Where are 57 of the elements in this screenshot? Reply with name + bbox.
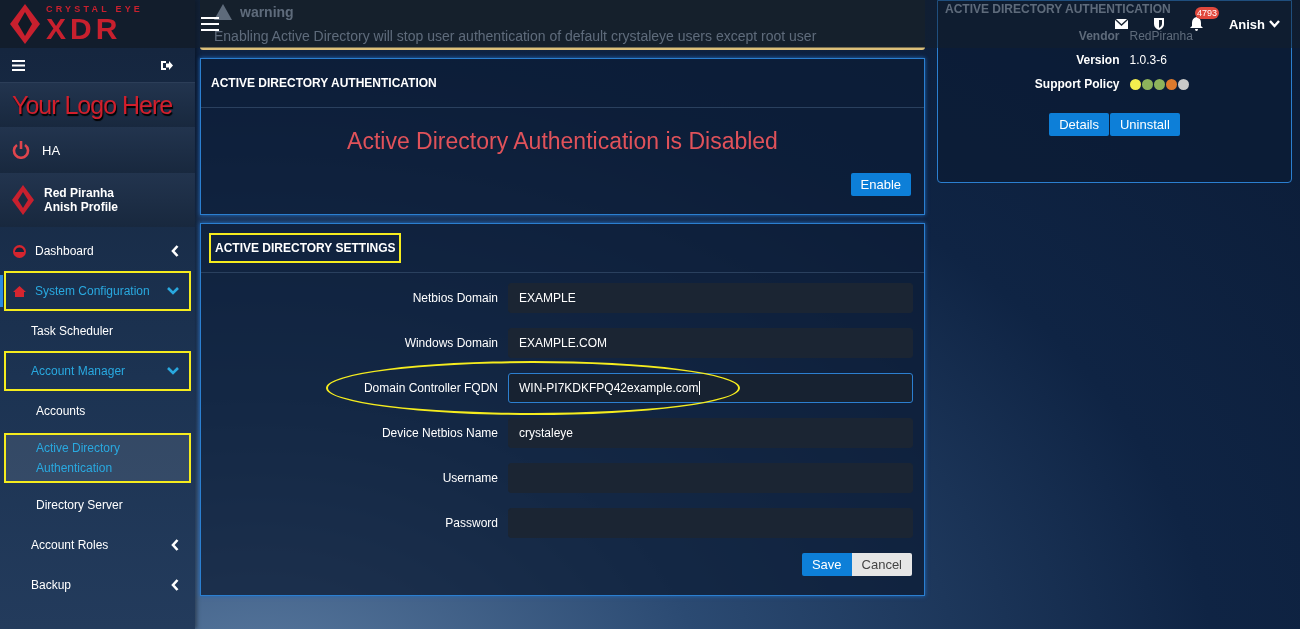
logo-icon	[10, 4, 40, 44]
gauge-icon	[12, 244, 26, 258]
field-label: Username	[441, 471, 498, 485]
vendor-value: RedPiranha	[1129, 29, 1194, 43]
logo-placeholder-text: Your Logo Here	[12, 90, 173, 120]
user-menu[interactable]: Anish	[1228, 16, 1280, 32]
field-label: Netbios Domain	[411, 291, 498, 305]
profile-subtitle: Anish Profile	[44, 200, 118, 214]
nav-item[interactable]: Account Manager	[4, 351, 191, 391]
chevron-down-icon	[167, 287, 179, 295]
bell-icon[interactable]	[1189, 17, 1203, 31]
menu-button[interactable]	[12, 59, 25, 71]
warning-icon	[214, 3, 232, 20]
field-label: Password	[444, 516, 498, 530]
power-icon[interactable]	[12, 141, 30, 159]
cancel-button[interactable]: Cancel	[851, 553, 912, 576]
shield-icon[interactable]	[1153, 18, 1164, 30]
house-icon	[12, 285, 26, 297]
brand-icon	[12, 185, 34, 215]
warning-title: warning	[240, 3, 294, 20]
vendor-label: Vendor	[1077, 29, 1120, 43]
nav-item[interactable]: Account Roles	[4, 525, 191, 565]
field-label: Domain Controller FQDN	[362, 381, 498, 395]
uninstall-button[interactable]: Uninstall	[1109, 113, 1180, 136]
chevron-left-icon	[171, 245, 179, 257]
chevron-down-icon	[167, 367, 179, 375]
card-title: ACTIVE DIRECTORY AUTHENTICATION	[945, 3, 1171, 15]
nav-item[interactable]: Task Scheduler	[4, 311, 191, 351]
chevron-left-icon	[171, 579, 179, 591]
input-field[interactable]: WIN-PI7KDKFPQ42example.com	[508, 373, 913, 403]
brand-name: XDR	[46, 13, 122, 44]
details-button[interactable]: Details	[1049, 113, 1109, 136]
input-field[interactable]: crystaleye	[508, 418, 913, 448]
logout-button[interactable]	[161, 59, 173, 71]
save-button[interactable]: Save	[801, 553, 852, 576]
nav-item[interactable]: Backup	[4, 565, 191, 605]
warning-message: Enabling Active Directory will stop user authentication of default crystaleye users except root user	[214, 27, 818, 44]
support-policy-label: Support Policy	[1033, 77, 1120, 91]
brand-tagline: CRYSTAL EYE	[46, 4, 144, 14]
input-field[interactable]: EXAMPLE	[508, 283, 913, 313]
version-value: 1.0.3-6	[1129, 53, 1168, 67]
chevron-left-icon	[171, 539, 179, 551]
panel-title: ACTIVE DIRECTORY SETTINGS	[211, 235, 400, 261]
profile-name: Red Piranha	[44, 186, 116, 200]
version-label: Version	[1075, 53, 1120, 67]
mail-icon[interactable]	[1114, 19, 1128, 29]
nav-item[interactable]: Dashboard	[4, 231, 191, 271]
nav-item[interactable]: Accounts	[4, 391, 191, 431]
enable-button[interactable]: Enable	[850, 173, 911, 196]
status-message: Active Directory Authentication is Disabled	[347, 128, 778, 155]
field-label: Device Netbios Name	[380, 426, 498, 440]
nav-item[interactable]: Directory Server	[4, 485, 191, 525]
panel-title: ACTIVE DIRECTORY AUTHENTICATION	[211, 76, 437, 90]
ha-label[interactable]: HA	[42, 142, 61, 158]
field-label: Windows Domain	[403, 336, 498, 350]
chevron-down-icon	[1269, 20, 1280, 28]
input-field[interactable]: EXAMPLE.COM	[508, 328, 913, 358]
